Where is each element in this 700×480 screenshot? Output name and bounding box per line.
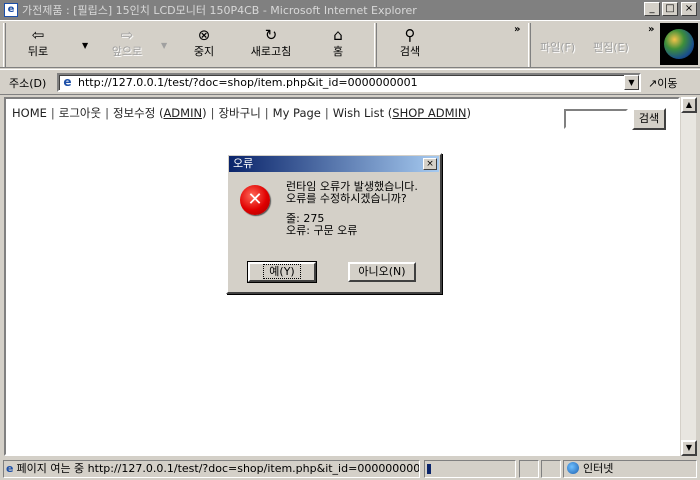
progress-fill	[427, 464, 431, 474]
no-button[interactable]: 아니오(N)	[348, 262, 416, 282]
nav-logout-link[interactable]: 로그아웃	[59, 106, 101, 120]
search-icon: ⚲	[404, 26, 416, 44]
dialog-title-bar[interactable]: 오류 ×	[229, 156, 439, 172]
status-cell-empty	[519, 460, 539, 478]
nav-separator: |	[50, 106, 55, 120]
window-title: 가전제품 : [필립스] 15인치 LCD모니터 150P4CB - Micro…	[22, 4, 417, 17]
profile-prefix: 정보수정 (	[112, 106, 164, 120]
refresh-label: 새로고침	[250, 45, 292, 58]
go-arrow-icon: ↗	[648, 77, 658, 90]
error-icon: ✕	[240, 185, 270, 215]
zone-label: 인터넷	[583, 462, 614, 475]
nav-separator: |	[324, 106, 329, 120]
go-button[interactable]: ↗이동	[648, 75, 677, 91]
title-bar: e 가전제품 : [필립스] 15인치 LCD모니터 150P4CB - Mic…	[0, 0, 700, 20]
standard-toolbar: ⇦ 뒤로 ▼ ⇨ 앞으로 ▼ ⊗ 중지 ↻ 새로고침 ⌂ 홈 ⚲ 검색 » 파일…	[0, 20, 700, 68]
address-input[interactable]: e http://127.0.0.1/test/?doc=shop/item.p…	[57, 73, 641, 92]
error-description: 오류: 구문 오류	[286, 224, 358, 237]
nav-mypage-link[interactable]: My Page	[273, 106, 321, 120]
profile-admin-link[interactable]: ADMIN	[163, 106, 202, 120]
search-toolbar-button[interactable]: ⚲ 검색	[392, 25, 428, 65]
internet-zone-icon	[567, 462, 579, 474]
nav-separator: |	[264, 106, 269, 120]
yes-label: 예(Y)	[263, 264, 301, 279]
nav-separator: |	[210, 106, 215, 120]
progress-bar	[424, 460, 516, 478]
error-line-2: 오류를 수정하시겠습니까?	[286, 192, 407, 205]
nav-home-link[interactable]: HOME	[12, 106, 47, 120]
forward-dropdown-icon[interactable]: ▼	[161, 41, 167, 50]
status-message: 페이지 여는 중 http://127.0.0.1/test/?doc=shop…	[16, 462, 420, 475]
ie-page-icon: e	[63, 75, 72, 89]
search-button[interactable]: 검색	[632, 108, 666, 130]
home-icon: ⌂	[333, 26, 343, 44]
go-label: 이동	[657, 77, 678, 90]
address-dropdown-icon[interactable]: ▼	[624, 75, 639, 90]
yes-button[interactable]: 예(Y)	[247, 261, 317, 283]
ie-throbber	[660, 23, 698, 65]
zone-cell: 인터넷	[563, 460, 697, 478]
address-label: 주소(D)	[9, 77, 47, 90]
status-bar: e 페이지 여는 중 http://127.0.0.1/test/?doc=sho…	[0, 458, 700, 480]
home-label: 홈	[332, 45, 344, 58]
toolbar-separator	[374, 23, 377, 67]
forward-button[interactable]: ⇨ 앞으로	[100, 25, 154, 65]
wishlist-suffix: )	[466, 106, 472, 120]
toolbar-chevron[interactable]: »	[514, 24, 520, 35]
scroll-down-icon[interactable]: ▼	[681, 440, 697, 456]
ie-page-icon: e	[6, 462, 14, 475]
wishlist-prefix: Wish List (	[332, 106, 393, 120]
status-cell-empty	[541, 460, 561, 478]
toolbar-grip[interactable]	[3, 23, 6, 67]
stop-button[interactable]: ⊗ 중지	[186, 25, 222, 65]
refresh-button[interactable]: ↻ 새로고침	[244, 25, 298, 65]
forward-arrow-icon: ⇨	[120, 26, 134, 44]
error-dialog: 오류 × ✕ 런타임 오류가 발생했습니다. 오류를 수정하시겠습니까? 줄: …	[226, 153, 442, 294]
refresh-icon: ↻	[264, 26, 278, 44]
menu-grip[interactable]	[528, 23, 531, 67]
address-url[interactable]: http://127.0.0.1/test/?doc=shop/item.php…	[78, 76, 418, 89]
menu-chevron[interactable]: »	[648, 24, 654, 35]
stop-icon: ⊗	[197, 26, 211, 44]
dialog-title: 오류	[233, 157, 254, 170]
profile-suffix: )	[202, 106, 207, 120]
back-arrow-icon: ⇦	[31, 26, 45, 44]
error-message: 런타임 오류가 발생했습니다. 오류를 수정하시겠습니까? 줄: 275 오류:…	[286, 181, 418, 237]
edit-menu[interactable]: 편집(E)	[593, 39, 629, 55]
nav-cart-link[interactable]: 장바구니	[218, 106, 260, 120]
search-label: 검색	[399, 45, 421, 58]
site-nav: HOME | 로그아웃 | 정보수정 (ADMIN) | 장바구니 | My Page | Wish…	[12, 105, 471, 121]
search-input[interactable]	[564, 109, 628, 129]
back-button[interactable]: ⇦ 뒤로	[18, 25, 58, 65]
nav-separator: |	[105, 106, 109, 120]
address-bar: 주소(D) e http://127.0.0.1/test/?doc=shop/…	[0, 69, 700, 95]
back-dropdown-icon[interactable]: ▼	[82, 41, 88, 50]
nav-profile-link[interactable]: 정보수정 (ADMIN)	[113, 106, 207, 120]
status-message-cell: e 페이지 여는 중 http://127.0.0.1/test/?doc=sho…	[3, 460, 420, 478]
close-button[interactable]: ×	[681, 2, 697, 16]
vertical-scrollbar[interactable]: ▲ ▼	[680, 97, 697, 456]
minimize-button[interactable]: _	[644, 2, 660, 16]
home-button[interactable]: ⌂ 홈	[322, 25, 354, 65]
shop-admin-link[interactable]: SHOP ADMIN	[392, 106, 466, 120]
dialog-close-icon[interactable]: ×	[423, 158, 437, 170]
maximize-button[interactable]: □	[662, 2, 678, 16]
file-menu[interactable]: 파일(F)	[540, 39, 575, 55]
window-controls: _ □ ×	[642, 2, 697, 16]
stop-label: 중지	[193, 45, 215, 58]
globe-icon	[664, 29, 694, 59]
scroll-up-icon[interactable]: ▲	[681, 97, 697, 113]
forward-label: 앞으로	[111, 45, 143, 58]
nav-wishlist-link[interactable]: Wish List (SHOP ADMIN)	[333, 106, 471, 120]
ie-page-icon: e	[4, 3, 18, 17]
back-label: 뒤로	[27, 45, 49, 58]
